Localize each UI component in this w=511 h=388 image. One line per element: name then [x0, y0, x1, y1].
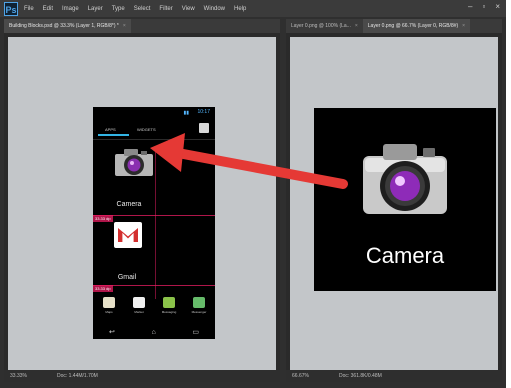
tab-layer0-667[interactable]: Layer 0.png @ 66.7% (Layer 0, RGB/8#) ×: [362, 19, 471, 33]
tab-label: Layer 0.png @ 66.7% (Layer 0, RGB/8#): [367, 23, 459, 29]
phone-tab-widgets: WIDGETS: [137, 127, 156, 132]
camera-icon: [115, 149, 153, 176]
menu: File Edit Image Layer Type Select Filter…: [24, 6, 255, 12]
app-maps: Maps: [98, 297, 120, 321]
tab-label: Building Blocks.psd @ 33.3% (Layer 1, RG…: [9, 23, 119, 29]
menu-bar: Ps File Edit Image Layer Type Select Fil…: [0, 0, 506, 17]
gmail-icon: [114, 222, 142, 248]
doc-size: Doc: 1.44M/1.70M: [56, 373, 98, 379]
camera-artwork: Camera: [314, 108, 496, 291]
phone-tab-apps: APPS: [98, 127, 129, 136]
back-icon: ↩: [109, 329, 115, 336]
app-market: Market: [128, 297, 150, 321]
menu-select[interactable]: Select: [134, 6, 151, 12]
artwork-label: Camera: [365, 243, 445, 268]
left-tab-bar: Building Blocks.psd @ 33.3% (Layer 1, RG…: [4, 19, 280, 33]
minimize-icon[interactable]: –: [468, 3, 472, 11]
close-icon[interactable]: ×: [355, 23, 358, 29]
phone-nav-bar: ↩ ⌂ ▭: [109, 327, 199, 337]
left-canvas[interactable]: ▮▮ 10:17 APPS WIDGETS Camera 33.33 dp Gm…: [8, 37, 276, 370]
menu-image[interactable]: Image: [62, 6, 79, 12]
menu-file[interactable]: File: [24, 6, 34, 12]
window-controls: – ▫ ×: [468, 3, 500, 11]
photoshop-logo-icon: Ps: [4, 1, 18, 16]
guide-line: [155, 149, 156, 299]
close-icon[interactable]: ×: [495, 3, 500, 11]
right-status-bar: 66.67% Doc: 361.8K/0.48M: [286, 370, 502, 382]
left-document-pane: Building Blocks.psd @ 33.3% (Layer 1, RG…: [4, 19, 280, 382]
phone-status-bar: ▮▮ 10:17: [93, 107, 215, 119]
left-status-bar: 33.33% Doc: 1.44M/1.70M: [4, 370, 280, 382]
tab-building-blocks[interactable]: Building Blocks.psd @ 33.3% (Layer 1, RG…: [4, 19, 131, 33]
zoom-level[interactable]: 33.33%: [10, 373, 27, 379]
menu-help[interactable]: Help: [234, 6, 246, 12]
phone-mockup: ▮▮ 10:17 APPS WIDGETS Camera 33.33 dp Gm…: [93, 107, 215, 339]
restore-icon[interactable]: ▫: [482, 3, 485, 11]
home-icon: ⌂: [151, 328, 156, 336]
close-icon[interactable]: ×: [123, 23, 126, 29]
zoom-level[interactable]: 66.67%: [292, 373, 309, 379]
menu-view[interactable]: View: [182, 6, 195, 12]
phone-tab-row: APPS WIDGETS: [93, 121, 215, 140]
right-canvas[interactable]: Camera: [290, 37, 498, 370]
app-label-gmail: Gmail: [117, 274, 137, 281]
right-document-pane: Layer 0.png @ 100% (La... × Layer 0.png …: [286, 19, 502, 382]
menu-type[interactable]: Type: [112, 6, 125, 12]
app-label-messenger: Messenger: [191, 310, 207, 314]
signal-icon: ▮▮: [183, 110, 189, 116]
menu-edit[interactable]: Edit: [43, 6, 53, 12]
menu-window[interactable]: Window: [204, 6, 225, 12]
messaging-icon: [163, 297, 175, 308]
app-label-camera: Camera: [116, 201, 142, 208]
tab-label: Layer 0.png @ 100% (La...: [291, 23, 351, 29]
maps-icon: [103, 297, 115, 308]
app-messaging: Messaging: [158, 297, 180, 321]
tab-layer0-100[interactable]: Layer 0.png @ 100% (La... ×: [286, 19, 363, 33]
bottom-app-row: Maps Market Messaging Messenger: [98, 297, 210, 321]
close-icon[interactable]: ×: [462, 23, 465, 29]
app-label-maps: Maps: [105, 310, 113, 314]
menu-layer[interactable]: Layer: [88, 6, 103, 12]
phone-time: 10:17: [197, 109, 210, 115]
store-icon: [199, 123, 209, 133]
photoshop-window: Ps File Edit Image Layer Type Select Fil…: [0, 0, 506, 388]
app-label-market: Market: [134, 310, 144, 314]
doc-size: Doc: 361.8K/0.48M: [338, 373, 382, 379]
app-label-messaging: Messaging: [161, 310, 177, 314]
messenger-icon: [193, 297, 205, 308]
guide-badge-label: 33.33 dp: [95, 216, 111, 221]
app-messenger: Messenger: [188, 297, 210, 321]
guide-badge-label: 33.33 dp: [95, 286, 111, 291]
market-icon: [133, 297, 145, 308]
recents-icon: ▭: [192, 329, 199, 336]
right-tab-bar: Layer 0.png @ 100% (La... × Layer 0.png …: [286, 19, 502, 33]
menu-filter[interactable]: Filter: [159, 6, 172, 12]
camera-icon: [363, 144, 447, 214]
